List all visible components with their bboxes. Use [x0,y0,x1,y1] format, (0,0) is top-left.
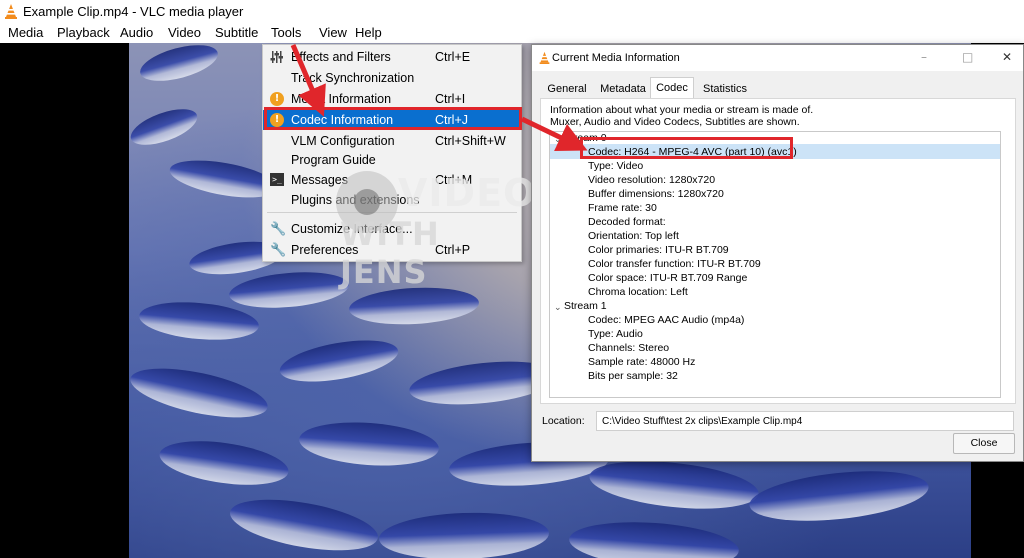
fish-shape [348,284,480,328]
info-icon: ! [270,92,284,106]
window-title: Example Clip.mp4 - VLC media player [23,4,244,19]
chevron-down-icon[interactable]: ⌄ [554,302,562,313]
terminal-icon: >_ [270,173,284,187]
fish-shape [567,517,741,558]
tree-line[interactable]: Type: Video [588,160,643,172]
wrench-icon: 🔧 [270,221,287,236]
minimize-icon[interactable]: – [921,50,927,64]
tree-line[interactable]: Video resolution: 1280x720 [588,174,715,186]
menu-playback[interactable]: Playback [57,25,110,40]
tree-line[interactable]: Color primaries: ITU-R BT.709 [588,244,729,256]
media-info-dialog: Current Media Information – □ ✕ General … [531,44,1024,462]
codec-description: Information about what your media or str… [550,104,1010,128]
menu-bar: Media Playback Audio Video Subtitle Tool… [0,23,1024,67]
tree-line[interactable]: Frame rate: 30 [588,202,657,214]
tree-line[interactable]: Bits per sample: 32 [588,370,678,382]
vlc-cone-icon [539,51,550,64]
codec-line-highlight-box [580,137,793,159]
tree-line[interactable]: Chroma location: Left [588,286,688,298]
description-line: Information about what your media or str… [550,104,814,116]
fish-shape [129,358,272,428]
fish-shape [587,454,761,516]
dialog-title: Current Media Information [552,52,680,64]
vlc-cone-icon [5,4,17,19]
fish-shape [156,434,292,492]
menu-item-track-sync[interactable]: Track Synchronization [263,68,521,88]
fish-shape [747,463,931,529]
watermark-line2: WITH JENS [340,215,440,291]
fish-shape [297,418,441,470]
description-line: Muxer, Audio and Video Codecs, Subtitles… [550,116,800,128]
menu-video[interactable]: Video [168,25,201,40]
close-icon[interactable]: ✕ [1002,50,1012,64]
fish-shape [136,43,222,88]
fish-shape [226,490,382,558]
watermark: VIDEO WITH JENS [336,163,535,291]
codec-info-highlight-box [264,107,522,130]
tree-line[interactable]: Color transfer function: ITU-R BT.709 [588,258,761,270]
window-titlebar: Example Clip.mp4 - VLC media player [0,0,1024,23]
tree-line[interactable]: Codec: MPEG AAC Audio (mp4a) [588,314,744,326]
fish-shape [378,510,550,558]
menu-view[interactable]: View [319,25,347,40]
menu-audio[interactable]: Audio [120,25,153,40]
tree-line[interactable]: Decoded format: [588,216,666,228]
tree-line[interactable]: Sample rate: 48000 Hz [588,356,695,368]
menu-subtitle[interactable]: Subtitle [215,25,258,40]
menu-item-effects-filters[interactable]: Effects and Filters Ctrl+E [263,47,521,67]
fish-shape [276,332,402,390]
menu-help[interactable]: Help [355,25,382,40]
dialog-titlebar: Current Media Information – □ ✕ [532,45,1023,71]
tree-line[interactable]: Channels: Stereo [588,342,669,354]
tree-line[interactable]: Orientation: Top left [588,230,679,242]
codec-tree[interactable]: ⌄ Stream 0 Codec: H264 - MPEG-4 AVC (par… [549,131,1001,398]
tree-line[interactable]: Buffer dimensions: 1280x720 [588,188,724,200]
tree-line[interactable]: Type: Audio [588,328,643,340]
wrench-icon: 🔧 [270,242,287,257]
close-button[interactable]: Close [953,433,1015,454]
tab-codec[interactable]: Codec [650,77,694,99]
watermark-line1: VIDEO [398,171,537,215]
tree-stream-1[interactable]: Stream 1 [564,300,607,312]
chevron-down-icon[interactable]: ⌄ [554,134,562,145]
fish-shape [227,267,351,313]
sliders-icon [270,50,284,64]
menu-item-media-info[interactable]: ! Media Information Ctrl+I [263,89,521,109]
menu-tools[interactable]: Tools [271,25,301,40]
tab-statistics[interactable]: Statistics [698,79,752,99]
dialog-tabs: General Metadata Codec Statistics [540,77,1016,99]
fish-shape [129,101,202,153]
tree-line[interactable]: Color space: ITU-R BT.709 Range [588,272,747,284]
menu-media[interactable]: Media [8,25,43,40]
location-field[interactable]: C:\Video Stuff\test 2x clips\Example Cli… [596,411,1014,431]
fish-shape [137,297,261,345]
location-label: Location: [542,415,585,427]
tab-metadata[interactable]: Metadata [596,79,650,99]
tab-general[interactable]: General [544,79,590,99]
menu-item-vlm-config[interactable]: VLM Configuration Ctrl+Shift+W [263,131,521,151]
maximize-icon[interactable]: □ [962,50,973,64]
